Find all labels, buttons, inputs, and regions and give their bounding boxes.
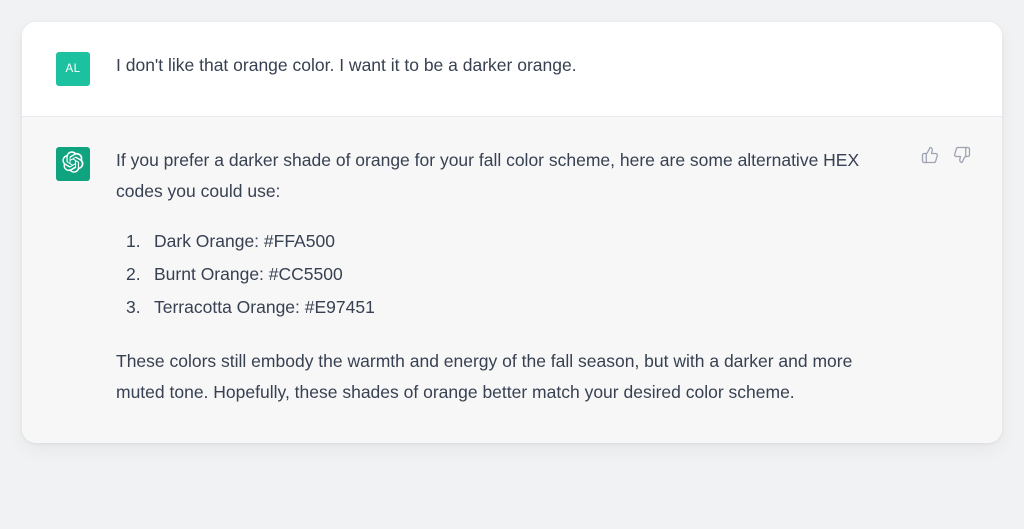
openai-logo-icon: [62, 151, 84, 178]
assistant-message-content: If you prefer a darker shade of orange f…: [116, 145, 968, 413]
assistant-list: Dark Orange: #FFA500 Burnt Orange: #CC55…: [116, 226, 898, 322]
assistant-outro-text: These colors still embody the warmth and…: [116, 346, 898, 407]
list-item: Burnt Orange: #CC5500: [124, 259, 898, 290]
assistant-intro-text: If you prefer a darker shade of orange f…: [116, 145, 898, 206]
user-avatar-initials: AL: [65, 63, 80, 75]
user-avatar: AL: [56, 52, 90, 86]
thumbs-down-icon: [953, 146, 971, 169]
user-message-text: I don't like that orange color. I want i…: [116, 55, 577, 75]
message-actions: [920, 147, 972, 167]
list-item: Terracotta Orange: #E97451: [124, 292, 898, 323]
user-message-content: I don't like that orange color. I want i…: [116, 50, 968, 81]
assistant-avatar: [56, 147, 90, 181]
assistant-message: If you prefer a darker shade of orange f…: [22, 117, 1002, 443]
thumbs-down-button[interactable]: [952, 147, 972, 167]
thumbs-up-icon: [921, 146, 939, 169]
thumbs-up-button[interactable]: [920, 147, 940, 167]
conversation-card: AL I don't like that orange color. I wan…: [22, 22, 1002, 443]
list-item: Dark Orange: #FFA500: [124, 226, 898, 257]
user-message: AL I don't like that orange color. I wan…: [22, 22, 1002, 117]
